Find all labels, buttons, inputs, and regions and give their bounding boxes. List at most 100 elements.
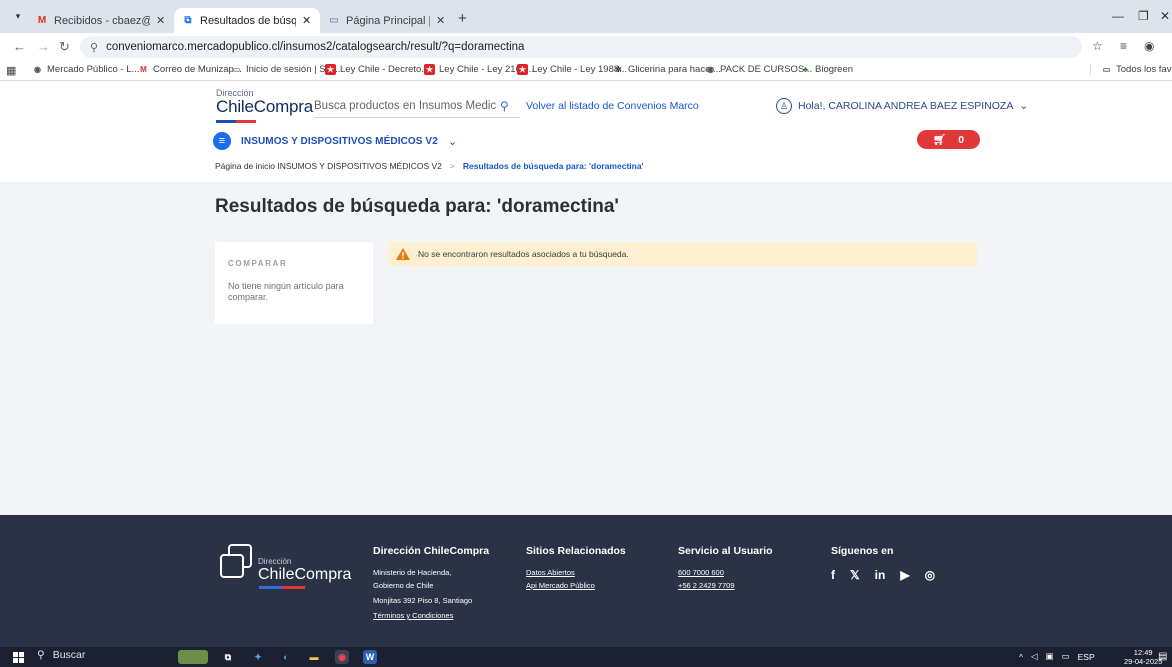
- news-widget-icon[interactable]: [178, 650, 208, 664]
- compare-heading: COMPARAR: [228, 259, 288, 268]
- gear-icon: ✲: [615, 65, 622, 74]
- notifications-icon[interactable]: ▤: [1158, 651, 1167, 662]
- instagram-icon[interactable]: ◎: [925, 568, 935, 582]
- category-menu[interactable]: ≡ INSUMOS Y DISPOSITIVOS MÉDICOS V2 ⌄: [213, 132, 457, 150]
- url-text: conveniomarco.mercadopublico.cl/insumos2…: [106, 41, 525, 53]
- footer-col-servicio: Servicio al Usuario 600 7000 600 +56 2 2…: [678, 545, 773, 594]
- profile-icon[interactable]: ◉: [1144, 39, 1154, 53]
- search-input[interactable]: [314, 99, 496, 112]
- close-icon[interactable]: ✕: [156, 14, 166, 27]
- tab-search-icon[interactable]: ≡: [1120, 39, 1127, 53]
- taskbar-clock[interactable]: 12:49 29-04-2025: [1124, 648, 1162, 666]
- reload-icon[interactable]: ↻: [59, 39, 70, 55]
- chilecompra-logo[interactable]: Dirección ChileCompra: [216, 88, 313, 123]
- tab-sistema-gestion[interactable]: ▭ Página Principal | Sistema Gesti ✕: [320, 8, 454, 33]
- back-arrow-icon[interactable]: ←: [13, 39, 26, 54]
- bookmark-ley-decreto[interactable]: ★ Ley Chile - Decreto...: [325, 64, 429, 75]
- main-content: Resultados de búsqueda para: 'doramectin…: [0, 182, 1172, 515]
- bookmark-label: Todos los favoritos: [1116, 64, 1172, 75]
- word-icon[interactable]: W: [363, 650, 377, 664]
- globe-icon: ◉: [707, 65, 714, 74]
- windows-start-icon[interactable]: [13, 652, 24, 663]
- sys-icon: ▭: [232, 65, 241, 74]
- phone-link[interactable]: 600 7000 600: [678, 568, 773, 577]
- bookmark-label: Mercado Público - L...: [47, 64, 140, 75]
- taskbar-search[interactable]: ⚲ Buscar: [37, 649, 85, 661]
- footer-heading: Dirección ChileCompra: [373, 545, 490, 557]
- page-icon: ⧉: [184, 15, 192, 26]
- bookmark-all-favorites[interactable]: ▭ Todos los favoritos: [1090, 64, 1172, 75]
- minimize-icon[interactable]: —: [1112, 9, 1124, 23]
- bookmark-biogreen[interactable]: ♣ Biogreen: [800, 64, 853, 75]
- task-view-icon[interactable]: ⧉: [221, 650, 235, 664]
- tab-search-chevron-icon[interactable]: ▾: [10, 8, 26, 24]
- new-tab-button[interactable]: +: [458, 11, 467, 26]
- site-settings-icon[interactable]: ⚲: [90, 41, 98, 54]
- folder-icon: ▭: [1102, 65, 1111, 74]
- bookmark-label: Ley Chile - Decreto...: [340, 64, 430, 75]
- chilecompra-mark-icon: [220, 544, 252, 578]
- language-indicator[interactable]: ESP: [1078, 652, 1095, 662]
- user-avatar-icon: ♙: [776, 98, 792, 114]
- datos-abiertos-link[interactable]: Datos Abiertos: [526, 568, 626, 577]
- product-search: ⚲: [314, 94, 520, 118]
- phone-link[interactable]: +56 2 2429 7709: [678, 581, 773, 590]
- bookmark-label: Biogreen: [815, 64, 854, 75]
- cart-button[interactable]: 🛒︎ 0: [917, 130, 980, 149]
- tab-title: Resultados de búsqueda para:: [200, 14, 296, 27]
- edge-icon[interactable]: ◐: [279, 650, 293, 664]
- chevron-up-icon[interactable]: ^: [1019, 652, 1023, 662]
- bookmark-inicio-sesion[interactable]: ▭ Inicio de sesión | Sis...: [231, 64, 341, 75]
- tab-search-results[interactable]: ⧉ Resultados de búsqueda para: ✕: [174, 8, 320, 33]
- bookmark-correo[interactable]: M Correo de Munizap...: [138, 64, 242, 75]
- no-results-alert: No se encontraron resultados asociados a…: [388, 242, 977, 266]
- leychile-icon: ★: [325, 64, 336, 75]
- breadcrumb: Página de inicio INSUMOS Y DISPOSITIVOS …: [215, 161, 644, 171]
- bookmark-star-icon[interactable]: ☆: [1092, 39, 1103, 53]
- apps-grid-icon[interactable]: ▦: [6, 64, 16, 77]
- facebook-icon[interactable]: f: [831, 568, 835, 582]
- breadcrumb-home[interactable]: Página de inicio INSUMOS Y DISPOSITIVOS …: [215, 161, 442, 171]
- alert-text: No se encontraron resultados asociados a…: [418, 249, 629, 259]
- leaf-icon: ♣: [802, 65, 809, 74]
- file-explorer-icon[interactable]: ▬: [307, 650, 321, 664]
- cart-count: 0: [958, 133, 965, 146]
- volume-icon[interactable]: ◁: [1031, 651, 1038, 662]
- close-window-icon[interactable]: ✕: [1160, 9, 1170, 23]
- back-to-catalog-link[interactable]: Volver al listado de Convenios Marco: [526, 100, 699, 112]
- copilot-icon[interactable]: ✦: [251, 650, 265, 664]
- leychile-icon: ★: [517, 64, 528, 75]
- terms-link[interactable]: Términos y Condiciones: [373, 611, 489, 620]
- address-bar[interactable]: ⚲ conveniomarco.mercadopublico.cl/insumo…: [80, 36, 1082, 58]
- linkedin-icon[interactable]: in: [875, 568, 886, 582]
- tab-title: Recibidos - cbaez@munizapall: [54, 14, 150, 27]
- leychile-icon: ★: [424, 64, 435, 75]
- twitter-icon[interactable]: 𝕏: [850, 568, 860, 582]
- user-menu[interactable]: ♙ Hola!, CAROLINA ANDREA BAEZ ESPINOZA ⌄: [776, 98, 1028, 114]
- api-mercado-publico-link[interactable]: Api Mercado Público: [526, 581, 626, 590]
- forward-arrow-icon[interactable]: →: [37, 39, 50, 54]
- battery-icon[interactable]: ▭: [1062, 651, 1070, 662]
- search-icon: ⚲: [37, 649, 45, 661]
- close-icon[interactable]: ✕: [302, 14, 312, 27]
- bookmark-ley-1988[interactable]: ★ Ley Chile - Ley 1988...: [517, 64, 627, 75]
- youtube-icon[interactable]: ▶: [900, 568, 909, 582]
- browser-tabstrip: ▾ M Recibidos - cbaez@munizapall ✕ ⧉ Res…: [0, 0, 1172, 33]
- tab-title: Página Principal | Sistema Gesti: [346, 14, 430, 27]
- tab-gmail[interactable]: M Recibidos - cbaez@munizapall ✕: [28, 8, 174, 33]
- search-icon[interactable]: ⚲: [500, 99, 509, 113]
- social-links: f 𝕏 in ▶ ◎: [831, 568, 935, 582]
- bookmark-mercado-publico[interactable]: ◉ Mercado Público - L...: [32, 64, 139, 75]
- network-icon[interactable]: ▣: [1046, 651, 1054, 662]
- logo-big-text: ChileCompra: [216, 97, 314, 116]
- bookmark-label: Correo de Munizap...: [153, 64, 242, 75]
- bookmark-pack-cursos[interactable]: ◉ PACK DE CURSOS...: [705, 64, 812, 75]
- chrome-icon[interactable]: ◉: [335, 650, 349, 664]
- site-header: Dirección ChileCompra ⚲ Volver al listad…: [0, 82, 1172, 182]
- clock-date: 29-04-2025: [1124, 657, 1163, 666]
- menu-icon[interactable]: ≡: [213, 132, 231, 150]
- footer-text: Ministerio de Hacienda,: [373, 568, 452, 577]
- close-icon[interactable]: ✕: [436, 14, 446, 27]
- footer-heading: Síguenos en: [831, 545, 894, 557]
- restore-icon[interactable]: ❐: [1138, 9, 1149, 23]
